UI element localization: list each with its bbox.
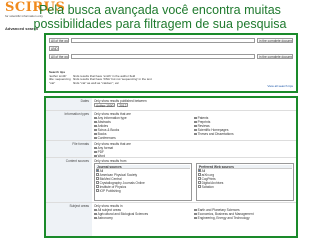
checkbox[interactable]: [198, 173, 201, 176]
source-option[interactable]: Scitation: [198, 185, 292, 189]
search-row: All of the words in the complete documen…: [49, 37, 293, 43]
checkbox[interactable]: [198, 185, 201, 188]
caption-banner: Pela busca avançada você encontra muitas…: [0, 0, 320, 34]
checkbox[interactable]: [96, 185, 99, 188]
checkbox[interactable]: [198, 169, 201, 172]
search-input[interactable]: [71, 53, 255, 59]
tip-desc: finds "cat" as well as "catdoor", etc: [73, 80, 119, 85]
checkbox[interactable]: [96, 177, 99, 180]
checkbox[interactable]: [194, 216, 197, 220]
tip-term: "cat": [49, 80, 56, 85]
filter-label: Subject areas: [46, 203, 92, 236]
scope-select[interactable]: in the complete document: [257, 53, 293, 59]
web-sources-list[interactable]: Preferred Web sources All arXiv.org CogP…: [196, 163, 294, 201]
checkbox[interactable]: [96, 181, 99, 184]
search-box: All of the words in the complete documen…: [44, 33, 298, 93]
checkbox[interactable]: [94, 136, 97, 140]
checkbox[interactable]: [198, 181, 201, 184]
checkbox[interactable]: [198, 177, 201, 180]
info-type-option[interactable]: Conferences: [94, 136, 194, 140]
filter-label: Content sources: [46, 158, 92, 202]
filter-label: Information types: [46, 111, 92, 140]
date-from-select[interactable]: Author 1900: [94, 103, 116, 108]
search-input[interactable]: [71, 37, 255, 43]
filter-file-formats: File formats Only show results that are …: [46, 141, 296, 158]
source-option[interactable]: IOP Publishing: [96, 189, 190, 193]
boolean-row: AND: [49, 45, 293, 51]
subject-option[interactable]: Astronomy: [94, 216, 194, 220]
journal-sources-list[interactable]: Journal sources All American Physical So…: [94, 163, 192, 201]
field-select[interactable]: All of the words: [49, 37, 69, 43]
date-to-select[interactable]: 2012: [117, 103, 129, 108]
filter-content-sources: Content sources Only show results from J…: [46, 158, 296, 203]
checkbox[interactable]: [96, 169, 99, 172]
subject-option[interactable]: Engineering, Energy and Technology: [194, 216, 294, 220]
boolean-select[interactable]: AND: [49, 45, 59, 51]
tip-row: "cat" finds "cat" as well as "catdoor", e…: [49, 80, 293, 86]
view-all-tips-link[interactable]: View all search tips: [267, 84, 293, 89]
filter-dates: Dates Only show results published betwee…: [46, 98, 296, 111]
filter-label: Dates: [46, 98, 92, 110]
checkbox[interactable]: [194, 132, 197, 136]
filter-panel: Dates Only show results published betwee…: [44, 96, 298, 238]
search-row: All of the words in the complete documen…: [49, 53, 293, 59]
field-select[interactable]: All of the words: [49, 53, 69, 59]
search-tips: Search tips 'author smith' finds results …: [49, 70, 293, 87]
scope-select[interactable]: in the complete document: [257, 37, 293, 43]
caption-line-2: possibilidades para filtragem de sua pes…: [33, 17, 287, 31]
filter-information-types: Information types Only show results that…: [46, 111, 296, 141]
filter-label: File formats: [46, 141, 92, 157]
checkbox[interactable]: [94, 216, 97, 220]
filter-subject-areas: Subject areas Only show results in All s…: [46, 203, 296, 236]
checkbox[interactable]: [96, 173, 99, 176]
caption-line-1: Pela busca avançada você encontra muitas: [39, 3, 281, 17]
checkbox[interactable]: [96, 189, 99, 192]
info-type-option[interactable]: Theses and Dissertations: [194, 132, 294, 136]
